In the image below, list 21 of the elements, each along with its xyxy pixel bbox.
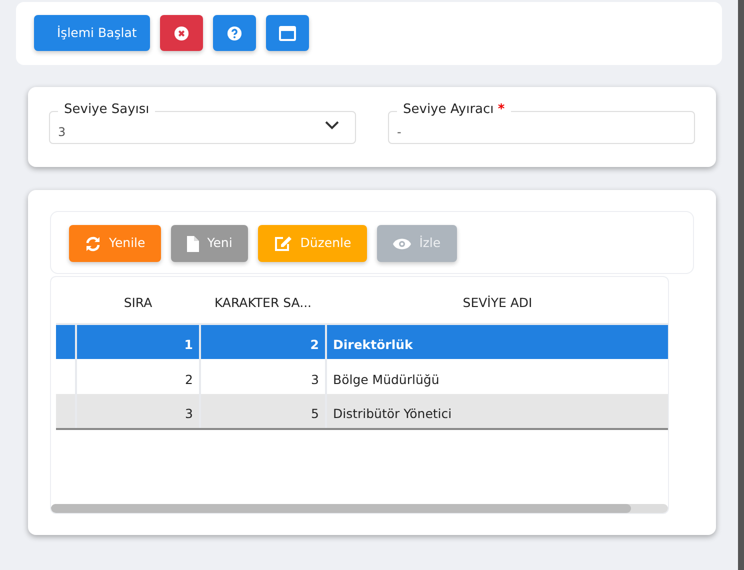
help-icon: [226, 26, 242, 40]
table-cell: 5: [200, 394, 326, 429]
row-selector[interactable]: [56, 394, 76, 429]
table-cell: 2: [200, 324, 326, 359]
refresh-icon: [85, 236, 101, 252]
chevron-down-icon: [325, 121, 339, 130]
start-button[interactable]: İşlemi Başlat: [34, 15, 150, 51]
eye-icon: [393, 238, 412, 250]
close-button[interactable]: [160, 15, 203, 51]
table-cell: 3: [76, 394, 200, 429]
table-cell: Direktörlük: [326, 324, 668, 359]
window-button[interactable]: [266, 15, 309, 51]
table-cell: Distribütör Yönetici: [326, 394, 668, 429]
file-icon: [187, 236, 200, 252]
row-selector[interactable]: [56, 324, 76, 359]
close-icon: [174, 26, 189, 40]
scrollbar[interactable]: [51, 504, 668, 513]
window-icon: [278, 26, 296, 40]
edit-icon: [274, 236, 292, 252]
help-button[interactable]: [212, 15, 256, 51]
table-cell: 1: [76, 324, 200, 359]
